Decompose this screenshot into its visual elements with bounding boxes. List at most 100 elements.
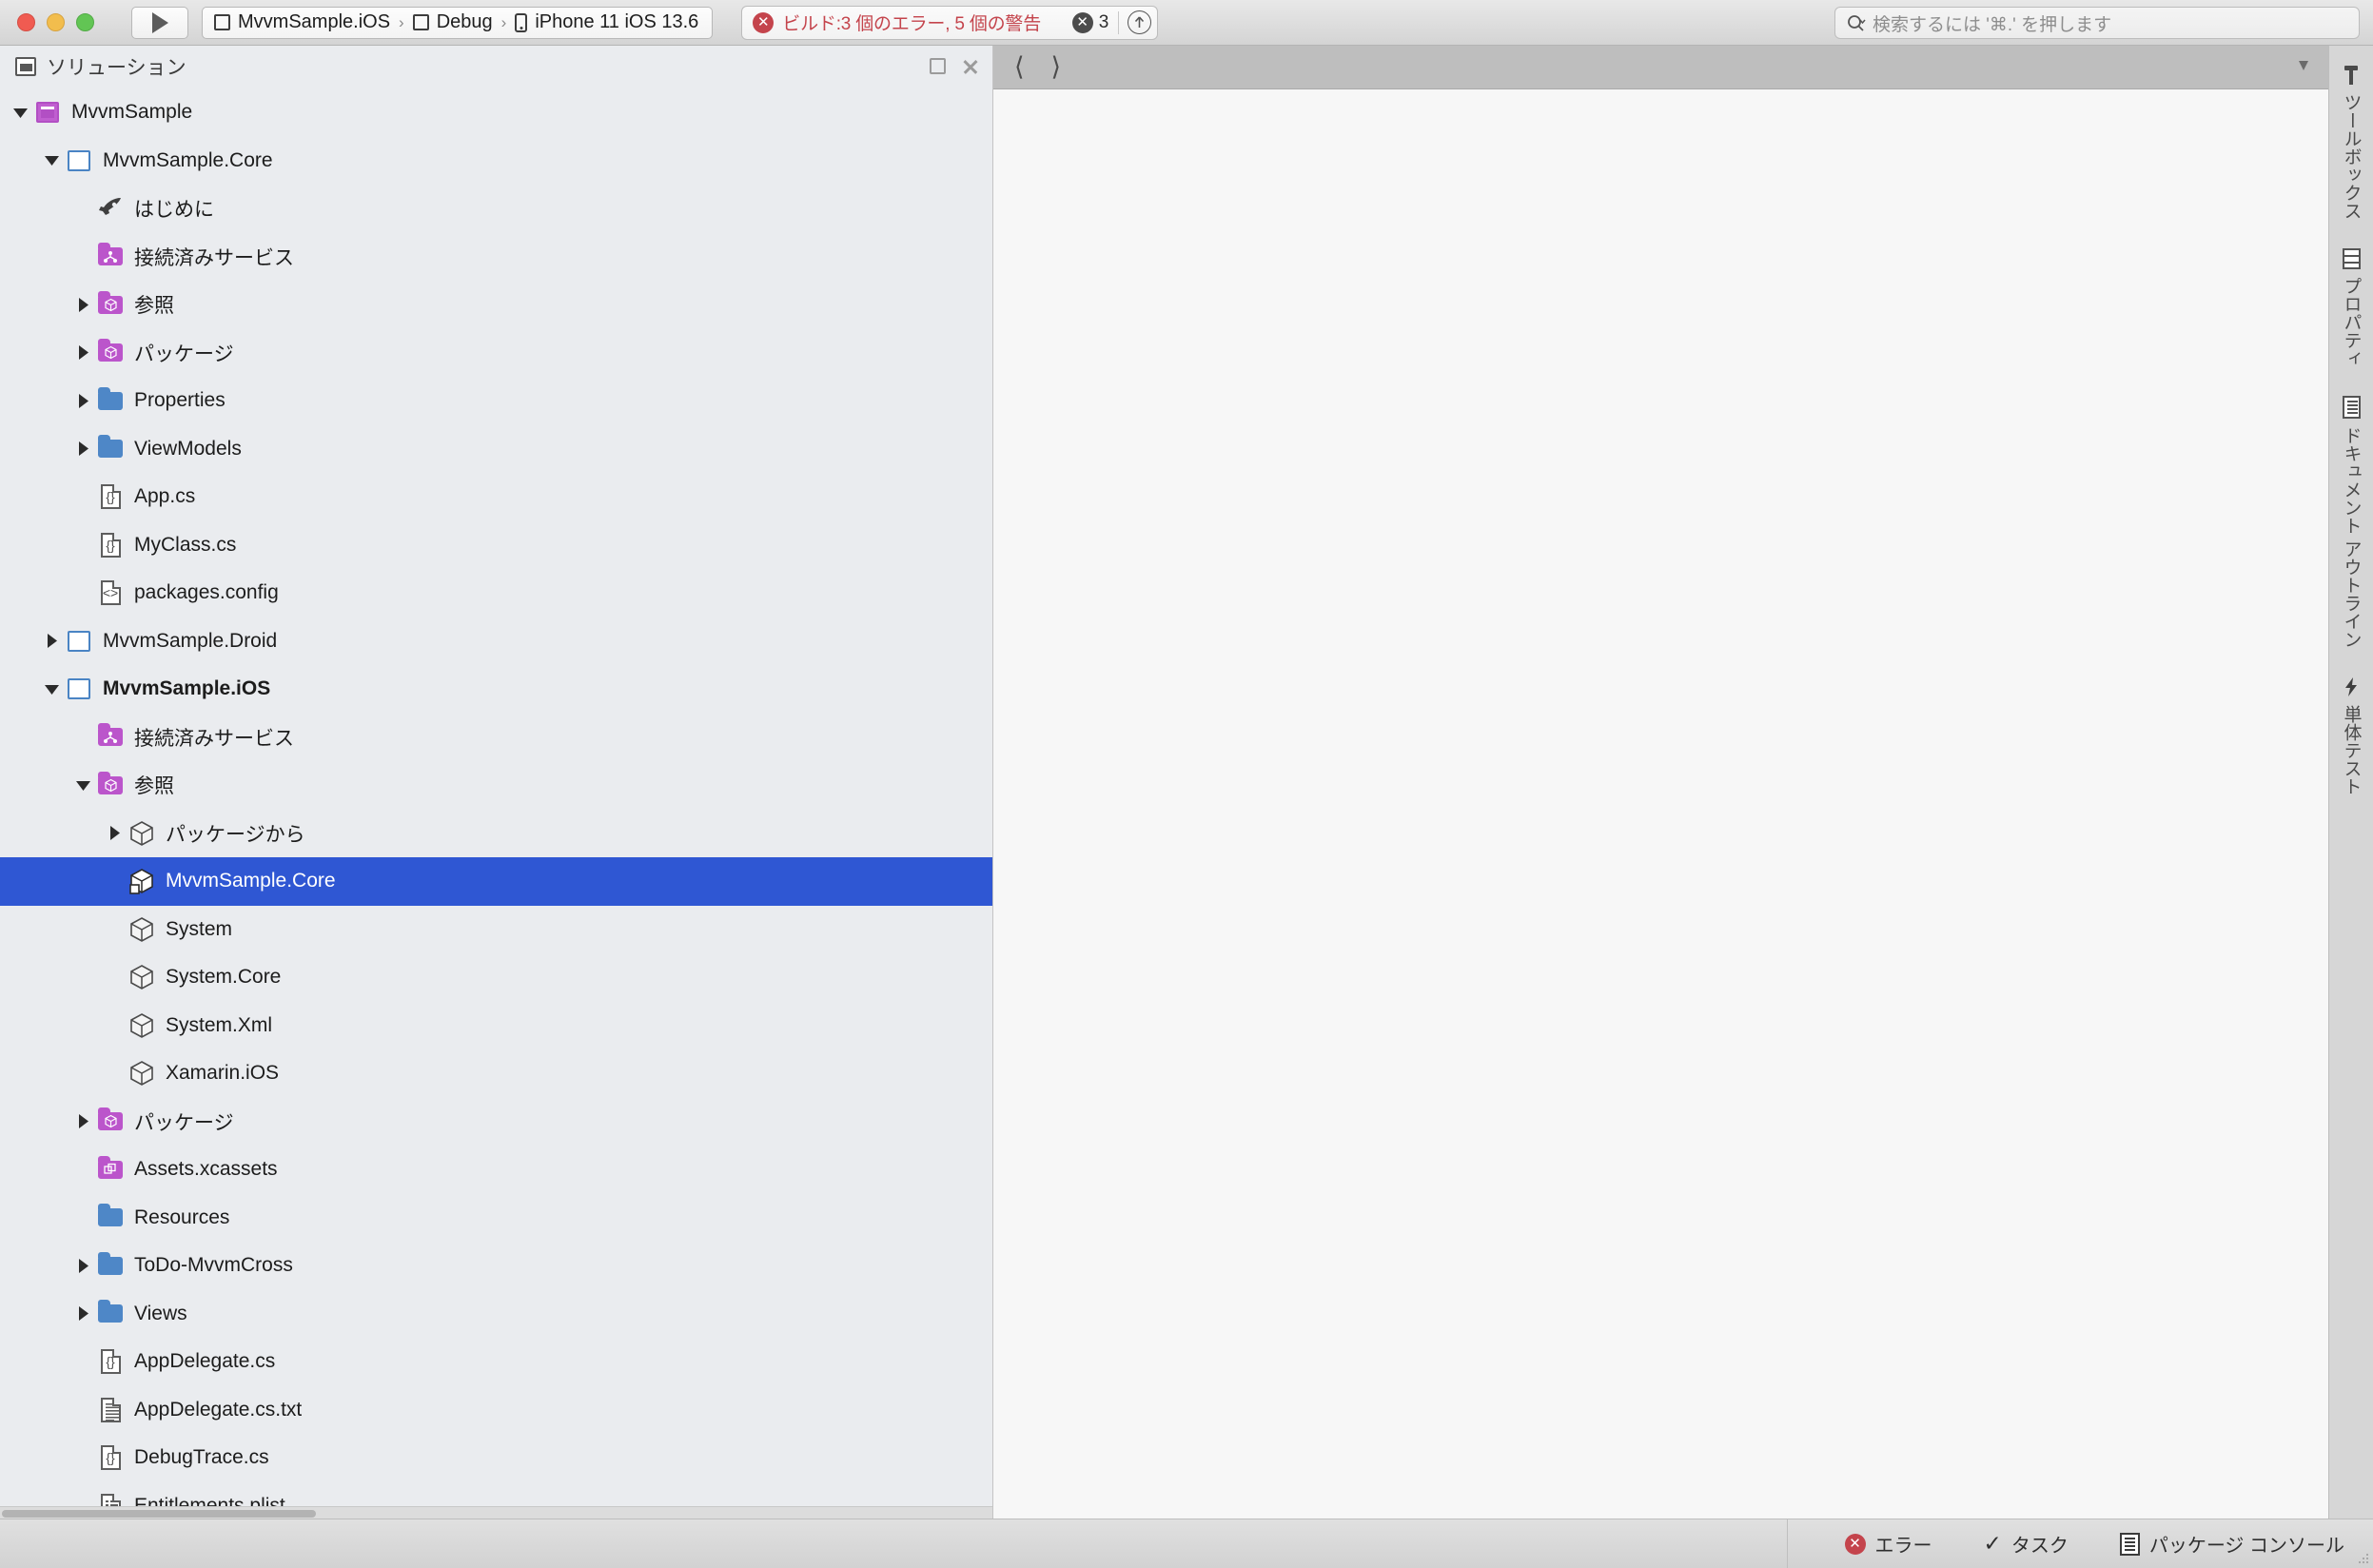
error-circle-icon: ✕ (1844, 1533, 1866, 1555)
tree-twisty[interactable] (70, 297, 95, 313)
status-item-errors[interactable]: ✕ エラー (1844, 1530, 1932, 1558)
right-pad-strip: ツールボックスプロパティドキュメント アウトライン単体テスト (2328, 46, 2373, 1519)
tree-row[interactable]: ViewModels (0, 425, 992, 474)
tree-twisty[interactable] (102, 825, 127, 841)
tree-row[interactable]: Xamarin.iOS (0, 1049, 992, 1098)
minimize-window-button[interactable] (47, 13, 65, 31)
tree-twisty[interactable] (39, 682, 64, 696)
tree-row[interactable]: MvvmSample.Core (0, 137, 992, 186)
search-input[interactable]: 検索するには '⌘.' を押します (1834, 7, 2360, 39)
tree-row[interactable]: Assets.xcassets (0, 1146, 992, 1194)
close-icon[interactable] (962, 58, 979, 75)
tree-row[interactable]: 参照 (0, 281, 992, 329)
horizontal-scrollbar[interactable] (0, 1506, 992, 1519)
close-window-button[interactable] (17, 13, 35, 31)
tree-twisty[interactable] (70, 778, 95, 793)
selector-device[interactable]: iPhone 11 iOS 13.6 (515, 11, 698, 33)
run-button[interactable] (131, 6, 188, 39)
chevron-right-icon (78, 297, 88, 312)
tree-item-label: Xamarin.iOS (166, 1062, 280, 1085)
tree-item-label: パッケージ (134, 343, 234, 365)
dock-icon[interactable] (930, 58, 946, 74)
tree-row[interactable]: {} MyClass.cs (0, 521, 992, 570)
tree-row[interactable]: System.Xml (0, 1002, 992, 1050)
solution-tree[interactable]: MvvmSample MvvmSample.Core はじめに 接続済みサービス 参照パ… (0, 87, 992, 1519)
editor-canvas[interactable] (993, 89, 2328, 1519)
status-item-label: エラー (1874, 1536, 1932, 1557)
solution-icon (15, 56, 36, 76)
tree-row[interactable]: はじめに (0, 185, 992, 233)
tree-item-label: 参照 (134, 775, 174, 798)
tree-row[interactable]: ToDo-MvvmCross (0, 1242, 992, 1290)
configuration-icon (412, 14, 429, 30)
resize-grip-icon[interactable] (2355, 1550, 2370, 1565)
tree-row[interactable]: {} App.cs (0, 473, 992, 521)
tree-row[interactable]: パッケージから (0, 810, 992, 858)
tree-row[interactable]: <> packages.config (0, 569, 992, 617)
right-pad-tab[interactable]: ツールボックス (2339, 65, 2364, 220)
tree-row[interactable]: Properties (0, 377, 992, 425)
tree-twisty[interactable] (70, 1258, 95, 1274)
chevron-right-icon (78, 441, 88, 457)
main-body: ソリューション MvvmSample MvvmSample.Core はじめに 接続済… (0, 46, 2373, 1519)
arrow-up-circle-icon[interactable] (1128, 10, 1152, 34)
tree-twisty[interactable] (39, 153, 64, 167)
tree-row[interactable]: AppDelegate.cs.txt (0, 1386, 992, 1435)
build-status-bar[interactable]: ✕ ビルド:3 個のエラー, 5 個の警告 ✕ 3 (741, 5, 1159, 40)
tree-twisty[interactable] (70, 441, 95, 457)
tree-row[interactable]: MvvmSample.Core (0, 857, 992, 906)
project-icon (68, 149, 90, 171)
tree-twisty[interactable] (70, 393, 95, 409)
tree-item-label: MvvmSample.iOS (103, 677, 271, 700)
divider (1787, 1519, 1788, 1568)
tree-twisty[interactable] (8, 106, 32, 120)
chevron-left-icon[interactable]: ⟨ (1014, 54, 1025, 80)
selector-project[interactable]: MvvmSample.iOS (214, 11, 390, 33)
tree-row[interactable]: 接続済みサービス (0, 233, 992, 282)
right-pad-tab[interactable]: プロパティ (2339, 248, 2364, 367)
run-configuration-selector[interactable]: MvvmSample.iOS › Debug › iPhone 11 iOS 1… (202, 6, 714, 39)
tree-row[interactable]: MvvmSample.Droid (0, 617, 992, 666)
console-icon (2119, 1532, 2140, 1556)
error-count-group[interactable]: ✕ 3 (1071, 11, 1119, 33)
right-pad-tab[interactable]: 単体テスト (2339, 676, 2364, 795)
search-icon (1848, 15, 1866, 31)
tree-row[interactable]: MvvmSample (0, 88, 992, 137)
tree-row[interactable]: 接続済みサービス (0, 714, 992, 762)
caret-down-icon[interactable] (2296, 59, 2311, 76)
chevron-right-icon[interactable]: ⟩ (1051, 54, 1062, 80)
right-pad-tab[interactable]: ドキュメント アウトライン (2339, 396, 2364, 648)
divider (1118, 10, 1120, 34)
checkmark-icon: ✓ (1983, 1531, 2002, 1556)
selector-configuration[interactable]: Debug (412, 11, 493, 33)
tree-item-icon (32, 102, 63, 124)
tree-row[interactable]: Views (0, 1290, 992, 1339)
tree-twisty[interactable] (39, 633, 64, 649)
tree-row[interactable]: System (0, 906, 992, 954)
status-item-tasks[interactable]: ✓ タスク (1984, 1530, 2069, 1558)
chevron-right-icon (109, 826, 120, 841)
status-item-package-console[interactable]: パッケージ コンソール (2119, 1530, 2344, 1558)
tree-item-label: 参照 (134, 295, 174, 318)
tree-row[interactable]: System.Core (0, 953, 992, 1002)
packages-folder-icon (98, 339, 123, 363)
tree-twisty[interactable] (70, 344, 95, 361)
project-icon (68, 678, 90, 700)
right-pad-tab-label: プロパティ (2341, 277, 2362, 367)
maximize-window-button[interactable] (76, 13, 94, 31)
scrollbar-thumb[interactable] (2, 1510, 316, 1518)
tree-twisty[interactable] (70, 1305, 95, 1322)
connected-services-folder-icon (98, 243, 123, 266)
tree-row[interactable]: 参照 (0, 761, 992, 810)
tree-row[interactable]: MvvmSample.iOS (0, 665, 992, 714)
tree-row[interactable]: パッケージ (0, 329, 992, 378)
tree-row[interactable]: {} AppDelegate.cs (0, 1338, 992, 1386)
chevron-down-icon (44, 684, 59, 695)
tree-item-label: 接続済みサービス (134, 246, 294, 269)
error-circle-icon: ✕ (753, 11, 775, 33)
tree-row[interactable]: パッケージ (0, 1098, 992, 1147)
tree-row[interactable]: {} DebugTrace.cs (0, 1434, 992, 1482)
tree-twisty[interactable] (70, 1113, 95, 1129)
tree-item-icon (64, 678, 94, 700)
tree-row[interactable]: Resources (0, 1194, 992, 1243)
